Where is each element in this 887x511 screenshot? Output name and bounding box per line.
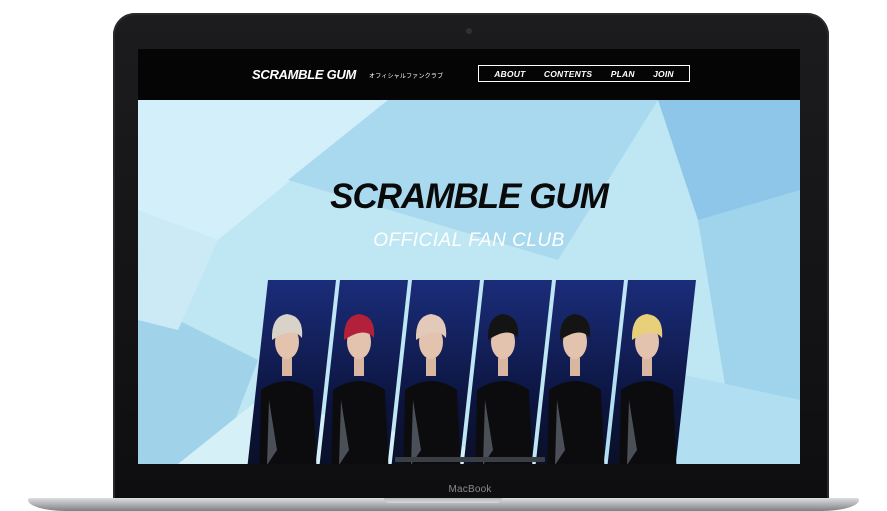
- member-neck: [282, 358, 292, 376]
- member-neck: [642, 358, 652, 376]
- member-neck: [570, 358, 580, 376]
- nav-about[interactable]: ABOUT: [494, 69, 525, 79]
- member-neck: [354, 358, 364, 376]
- member-photos: [247, 280, 696, 464]
- hero-section: SCRAMBLE GUM OFFICIAL FAN CLUB: [138, 100, 800, 464]
- camera-icon: [466, 28, 472, 34]
- site-header: SCRAMBLE GUM オフィシャルファンクラブ ABOUT CONTENTS…: [138, 49, 800, 100]
- laptop-base-notch: [384, 498, 502, 503]
- member-neck: [498, 358, 508, 376]
- laptop-screen: SCRAMBLE GUM オフィシャルファンクラブ ABOUT CONTENTS…: [138, 49, 800, 464]
- laptop-brand-label: MacBook: [448, 484, 492, 495]
- scroll-indicator[interactable]: [395, 457, 545, 462]
- main-nav: ABOUT CONTENTS PLAN JOIN: [478, 65, 690, 82]
- laptop-mockup: SCRAMBLE GUM オフィシャルファンクラブ ABOUT CONTENTS…: [0, 0, 887, 511]
- nav-plan[interactable]: PLAN: [611, 69, 635, 79]
- member-photo: [247, 280, 336, 464]
- nav-contents[interactable]: CONTENTS: [544, 69, 592, 79]
- site-logo-subtitle: オフィシャルファンクラブ: [369, 74, 444, 80]
- site-logo[interactable]: SCRAMBLE GUM: [252, 67, 356, 82]
- nav-join[interactable]: JOIN: [653, 69, 674, 79]
- member-neck: [426, 358, 436, 376]
